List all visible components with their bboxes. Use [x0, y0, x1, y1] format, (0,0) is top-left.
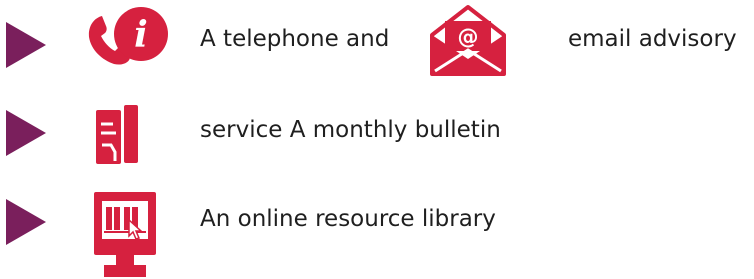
- item-text: A telephone and: [200, 26, 390, 52]
- bullet-arrow-icon: [6, 110, 46, 156]
- bulletin-document-icon: [96, 105, 138, 164]
- svg-text:i: i: [134, 14, 148, 56]
- svg-text:@: @: [458, 25, 479, 49]
- phone-info-icon: i: [88, 7, 168, 65]
- item-text: service A monthly bulletin: [200, 117, 501, 143]
- email-at-icon: @: [430, 5, 506, 76]
- bullet-arrow-icon: [6, 22, 46, 68]
- item-text: An online resource library: [200, 206, 496, 232]
- bullet-arrow-icon: [6, 199, 46, 245]
- monitor-library-icon: [94, 192, 156, 277]
- item-text: email advisory: [568, 26, 737, 52]
